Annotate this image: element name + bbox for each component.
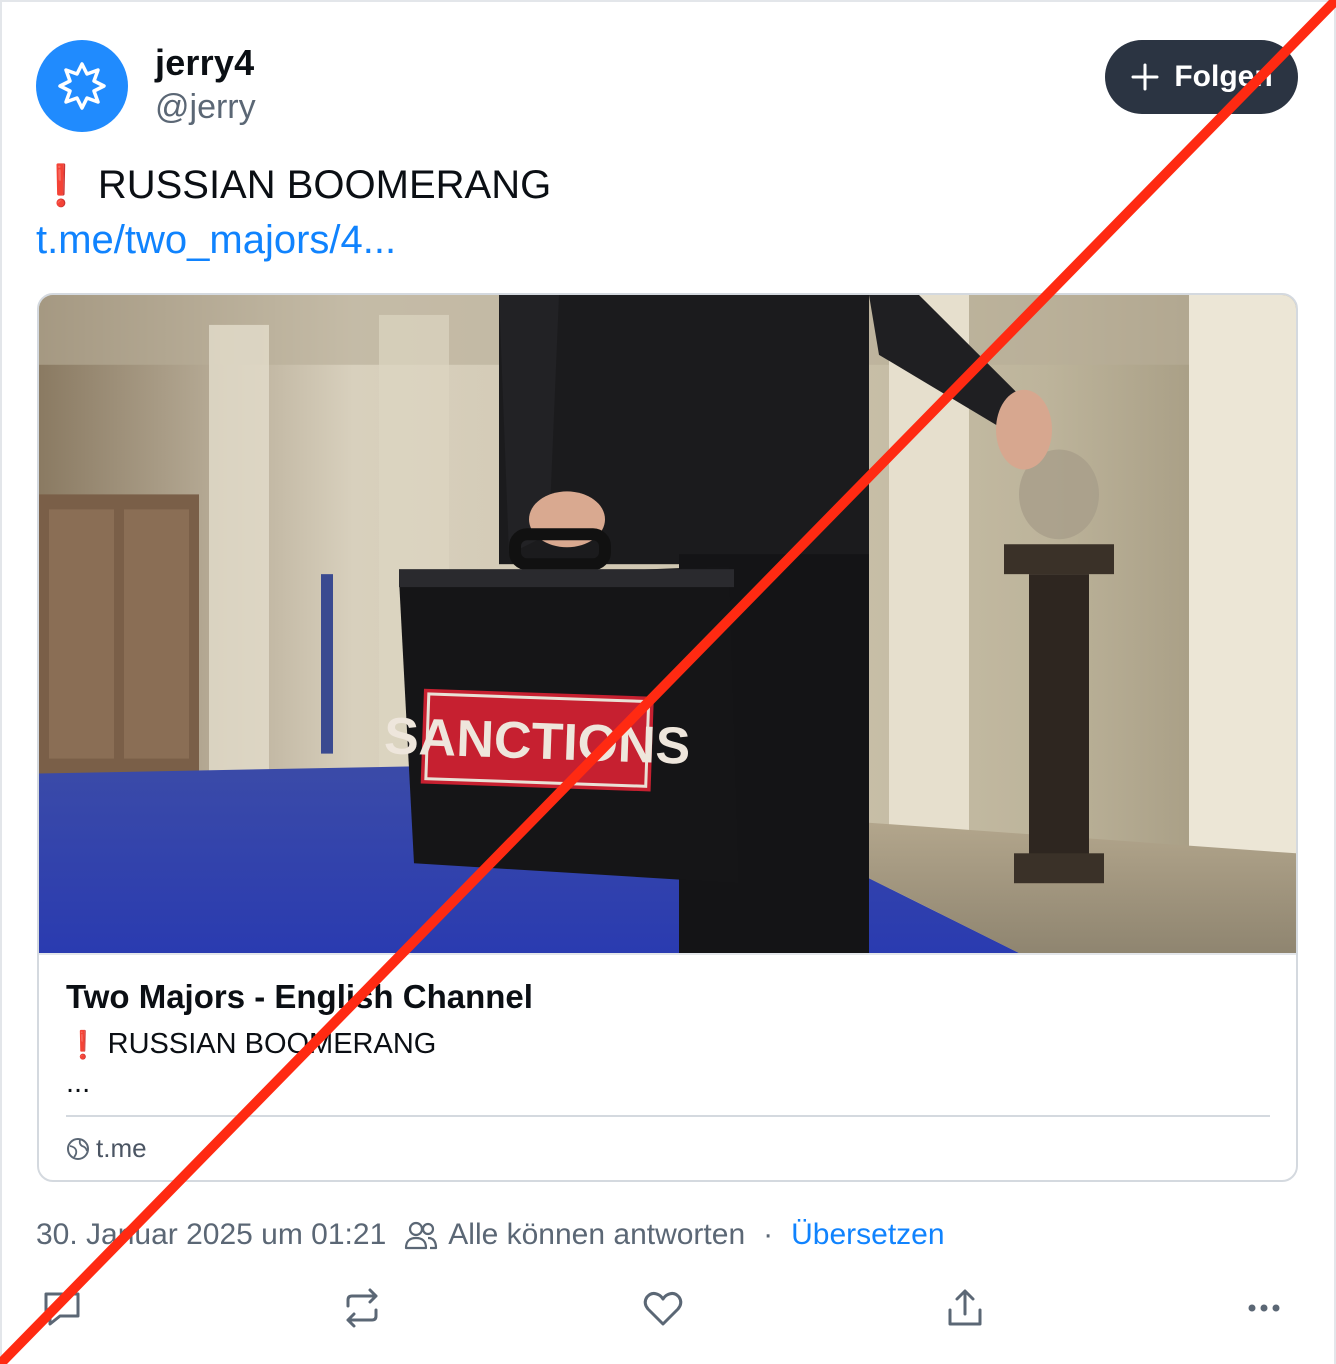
link-card-domain-text: t.me [96, 1133, 147, 1163]
share-icon [948, 1289, 982, 1326]
post-meta: 30. Januar 2025 um 01:21 Alle können ant… [36, 1218, 945, 1252]
link-card-title: Two Majors - English Channel [66, 978, 533, 1015]
like-button[interactable] [637, 1282, 689, 1334]
avatar[interactable] [36, 40, 128, 132]
repost-icon [346, 1288, 378, 1328]
starburst-icon [58, 62, 106, 110]
post-link[interactable]: t.me/two_majors/4... [36, 218, 396, 263]
follow-button[interactable]: Folgen [1105, 40, 1298, 114]
sanctions-label: SANCTIONS [383, 707, 691, 776]
people-icon [405, 1221, 438, 1250]
like-icon [643, 1291, 683, 1326]
post-timestamp[interactable]: 30. Januar 2025 um 01:21 [36, 1218, 386, 1252]
more-options-button[interactable] [1238, 1282, 1290, 1334]
link-card-ellipsis: ... [66, 1067, 91, 1099]
author-handle[interactable]: @jerry [155, 88, 256, 127]
more-icon [1248, 1304, 1280, 1312]
post-text-body: RUSSIAN BOOMERANG [97, 163, 552, 207]
link-card-description-text: RUSSIAN BOOMERANG [107, 1028, 437, 1060]
link-preview-image: SANCTIONS [39, 295, 1296, 955]
plus-icon [1131, 63, 1159, 91]
reply-button[interactable] [36, 1282, 88, 1334]
link-card-description: ❗ RUSSIAN BOOMERANG [66, 1028, 436, 1061]
link-preview-card[interactable]: SANCTIONS Two Majors - English Channel ❗… [37, 293, 1298, 1182]
reply-setting[interactable]: Alle können antworten [404, 1218, 745, 1252]
post-text: ❗ RUSSIAN BOOMERANG [36, 162, 551, 209]
exclamation-icon: ❗ [36, 164, 86, 208]
meta-separator: · [763, 1218, 774, 1251]
author-display-name[interactable]: jerry4 [155, 42, 254, 84]
translate-link[interactable]: Übersetzen [791, 1218, 944, 1252]
post-actions [0, 1282, 1336, 1342]
share-button[interactable] [939, 1282, 991, 1334]
link-card-domain: t.me [66, 1133, 147, 1164]
repost-button[interactable] [336, 1282, 388, 1334]
card-divider [66, 1115, 1270, 1117]
exclamation-icon: ❗ [66, 1029, 100, 1060]
reply-icon [44, 1292, 80, 1326]
follow-button-label: Folgen [1174, 60, 1273, 93]
globe-icon [67, 1137, 89, 1160]
reply-setting-label: Alle können antworten [448, 1218, 746, 1251]
